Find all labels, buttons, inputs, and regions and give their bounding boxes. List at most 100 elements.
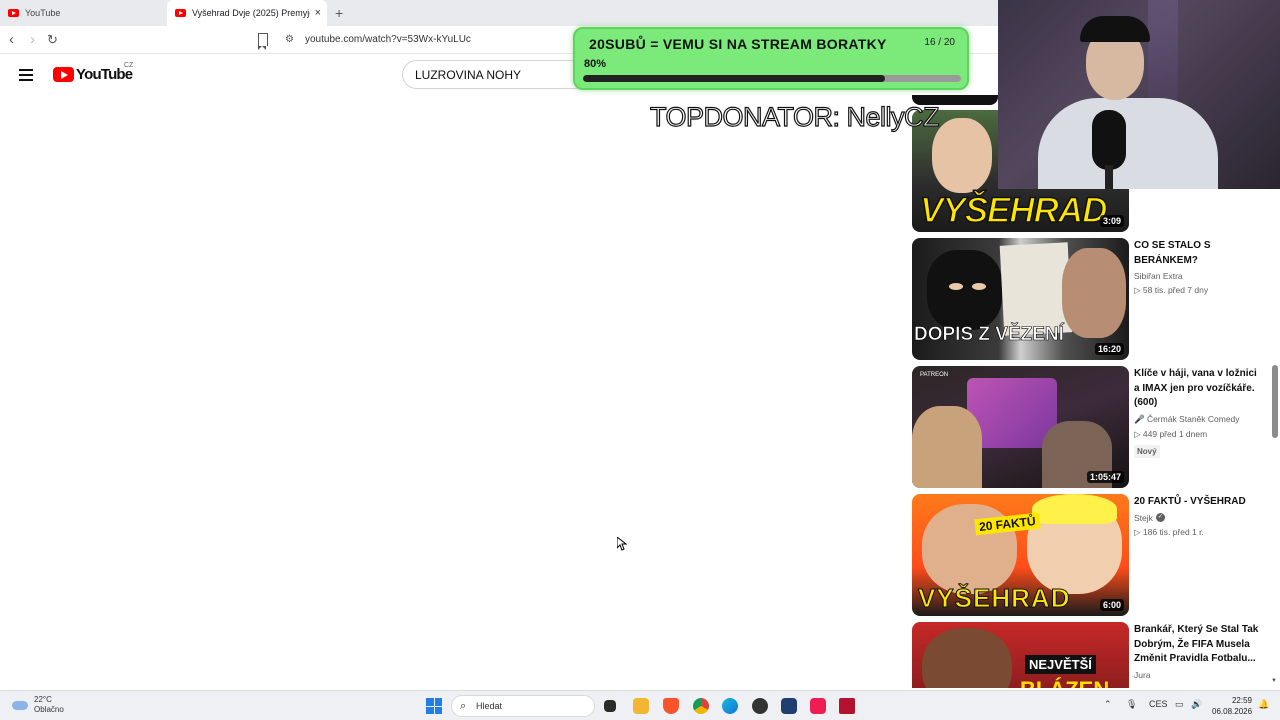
thumbnail-text: VYŠEHRAD <box>917 583 1071 614</box>
related-thumbnail[interactable]: 20 FAKTŮ VYŠEHRAD 6:00 <box>912 494 1129 616</box>
video-stats: ▷ 186 tis. před 1 r. <box>1134 526 1204 537</box>
related-thumbnail[interactable]: DOPIS Z VĚZENÍ 16:20 <box>912 238 1129 360</box>
volume-icon[interactable]: 🔊 <box>1191 699 1202 710</box>
forward-icon[interactable]: › <box>30 31 35 49</box>
related-video-meta[interactable]: CO SE STALO S BERÁNKEM? Sibiřan Extra ▷ … <box>1134 239 1259 296</box>
channel-name[interactable]: Stejk <box>1134 513 1153 523</box>
mouse-cursor-icon <box>617 537 627 551</box>
weather-temp: 22°C <box>34 695 52 704</box>
related-thumbnail[interactable]: PATREON 1:05:47 <box>912 366 1129 488</box>
duration-badge: 3:09 <box>1099 215 1124 227</box>
cloud-icon <box>12 700 28 710</box>
related-video-meta[interactable]: Brankář, Který Se Stal Tak Dobrým, Že FI… <box>1134 623 1259 680</box>
thumbnail-text: PATREON <box>920 372 949 378</box>
thumbnail-text: BLÁZEN <box>1020 677 1109 688</box>
bookmark-icon[interactable] <box>258 33 268 50</box>
youtube-logo[interactable]: YouTube CZ <box>53 62 133 83</box>
goal-title: 20SUBŮ = VEMU SI NA STREAM BORATKY <box>589 36 887 52</box>
screen: YouTube Vyšehrad Dvje (2025) Premyjéra ×… <box>0 0 1280 720</box>
thumbnail-eye <box>972 283 986 290</box>
streamer-webcam <box>998 0 1280 189</box>
video-title[interactable]: CO SE STALO S BERÁNKEM? <box>1134 239 1259 268</box>
new-badge: Nový <box>1134 444 1160 458</box>
thumbnail-eye <box>949 283 963 290</box>
tab-youtube[interactable]: YouTube <box>0 0 170 26</box>
microphone-tray-icon[interactable]: 🎙 <box>1126 699 1137 710</box>
country-code: CZ <box>124 62 134 69</box>
thumbnail-face <box>922 628 1012 688</box>
goal-progress-fill <box>583 75 886 82</box>
subscriber-goal-widget: 20SUBŮ = VEMU SI NA STREAM BORATKY 16 / … <box>573 27 969 90</box>
weather-desc: Oblačno <box>34 705 64 714</box>
youtube-favicon-icon <box>8 9 19 17</box>
thumbnail-face <box>1062 248 1126 338</box>
channel-row[interactable]: Stejk ✓ <box>1134 513 1259 523</box>
webcam-streamer-cap <box>1080 16 1150 42</box>
taskbar-search-placeholder: Hledat <box>476 701 503 711</box>
network-icon[interactable]: ▭ <box>1175 699 1184 710</box>
tab-label: YouTube <box>25 8 61 18</box>
video-stats: ▷ 58 tis. před 7 dny <box>1134 285 1209 295</box>
obs-icon[interactable] <box>752 698 768 714</box>
duration-badge: 6:00 <box>1099 599 1124 611</box>
task-view-icon[interactable] <box>604 700 616 712</box>
goal-progress-track <box>583 75 961 82</box>
thumbnail-text: NEJVĚTŠÍ <box>1025 655 1096 674</box>
site-settings-icon[interactable]: ⚙ <box>285 34 294 45</box>
hamburger-menu-icon[interactable] <box>19 69 33 81</box>
clock-date: 06.08.2026 <box>1212 707 1253 716</box>
tab-label: Vyšehrad Dvje (2025) Premyjéra <box>192 8 310 18</box>
video-title[interactable]: Klíče v háji, vana v ložnici a IMAX jen … <box>1134 367 1259 411</box>
webcam-streamer-body <box>1038 98 1218 189</box>
duration-badge: 1:05:47 <box>1086 471 1124 483</box>
microphone-arm <box>1105 165 1113 189</box>
back-icon[interactable]: ‹ <box>9 31 14 49</box>
related-thumbnail[interactable]: NEJVĚTŠÍ BLÁZEN <box>912 622 1129 688</box>
search-input[interactable] <box>402 60 602 89</box>
related-video-meta[interactable]: 20 FAKTŮ - VYŠEHRAD Stejk ✓ ▷ 186 tis. př… <box>1134 495 1259 538</box>
start-button[interactable] <box>426 698 442 714</box>
file-explorer-icon[interactable] <box>633 698 649 714</box>
language-indicator[interactable]: CES <box>1149 699 1168 709</box>
goal-count: 16 / 20 <box>924 37 955 48</box>
chrome-icon[interactable] <box>693 698 709 714</box>
new-tab-button[interactable]: + <box>335 5 343 21</box>
close-tab-icon[interactable]: × <box>315 7 321 19</box>
goal-percent: 80% <box>584 58 607 70</box>
system-clock[interactable]: 22:59 06.08.2026 <box>1212 695 1252 717</box>
youtube-favicon-icon <box>175 9 186 17</box>
search-icon: ⌕ <box>460 700 467 712</box>
scroll-down-icon[interactable]: ▼ <box>1271 678 1277 684</box>
tiktok-icon[interactable] <box>810 698 826 714</box>
channel-name[interactable]: 🎤 Čermák Staněk Comedy <box>1134 414 1259 425</box>
weather-widget[interactable]: 22°C Oblačno <box>12 695 64 715</box>
edge-icon[interactable] <box>722 698 738 714</box>
scrollbar-thumb[interactable] <box>1272 365 1278 438</box>
youtube-play-icon <box>53 67 74 82</box>
duration-badge: 16:20 <box>1094 343 1124 355</box>
channel-name[interactable]: Jura <box>1134 670 1259 680</box>
url-field[interactable]: youtube.com/watch?v=53Wx-kYuLUc <box>305 34 471 45</box>
channel-name[interactable]: Sibiřan Extra <box>1134 271 1259 281</box>
video-title[interactable]: Brankář, Který Se Stal Tak Dobrým, Že FI… <box>1134 623 1259 667</box>
scrollbar-track[interactable] <box>1270 190 1278 688</box>
tray-overflow-icon[interactable]: ⌃ <box>1104 699 1112 710</box>
tab-current-video[interactable]: Vyšehrad Dvje (2025) Premyjéra × <box>167 0 327 26</box>
verified-icon: ✓ <box>1155 513 1165 522</box>
related-video-meta[interactable]: Klíče v háji, vana v ložnici a IMAX jen … <box>1134 367 1259 459</box>
thumbnail-face <box>932 118 992 193</box>
thumbnail-mask <box>927 250 1002 330</box>
voicemeeter-icon[interactable] <box>839 698 855 714</box>
clock-time: 22:59 <box>1231 696 1252 705</box>
brave-browser-icon[interactable] <box>663 698 679 714</box>
app-icon[interactable] <box>781 698 797 714</box>
taskbar-search[interactable]: ⌕ Hledat <box>451 695 595 717</box>
video-title[interactable]: 20 FAKTŮ - VYŠEHRAD <box>1134 495 1259 510</box>
thumbnail-text: VYŠEHRAD <box>919 190 1108 231</box>
reload-icon[interactable]: ↻ <box>47 31 58 49</box>
thumbnail-person <box>912 406 982 488</box>
thumbnail-hair <box>1032 494 1117 524</box>
windows-taskbar: 22°C Oblačno ⌕ Hledat ⌃ 🎙 CES ▭ 🔊 22:59 … <box>0 690 1280 720</box>
microphone-icon <box>1092 110 1126 170</box>
notifications-icon[interactable]: 🔔 <box>1258 699 1269 710</box>
